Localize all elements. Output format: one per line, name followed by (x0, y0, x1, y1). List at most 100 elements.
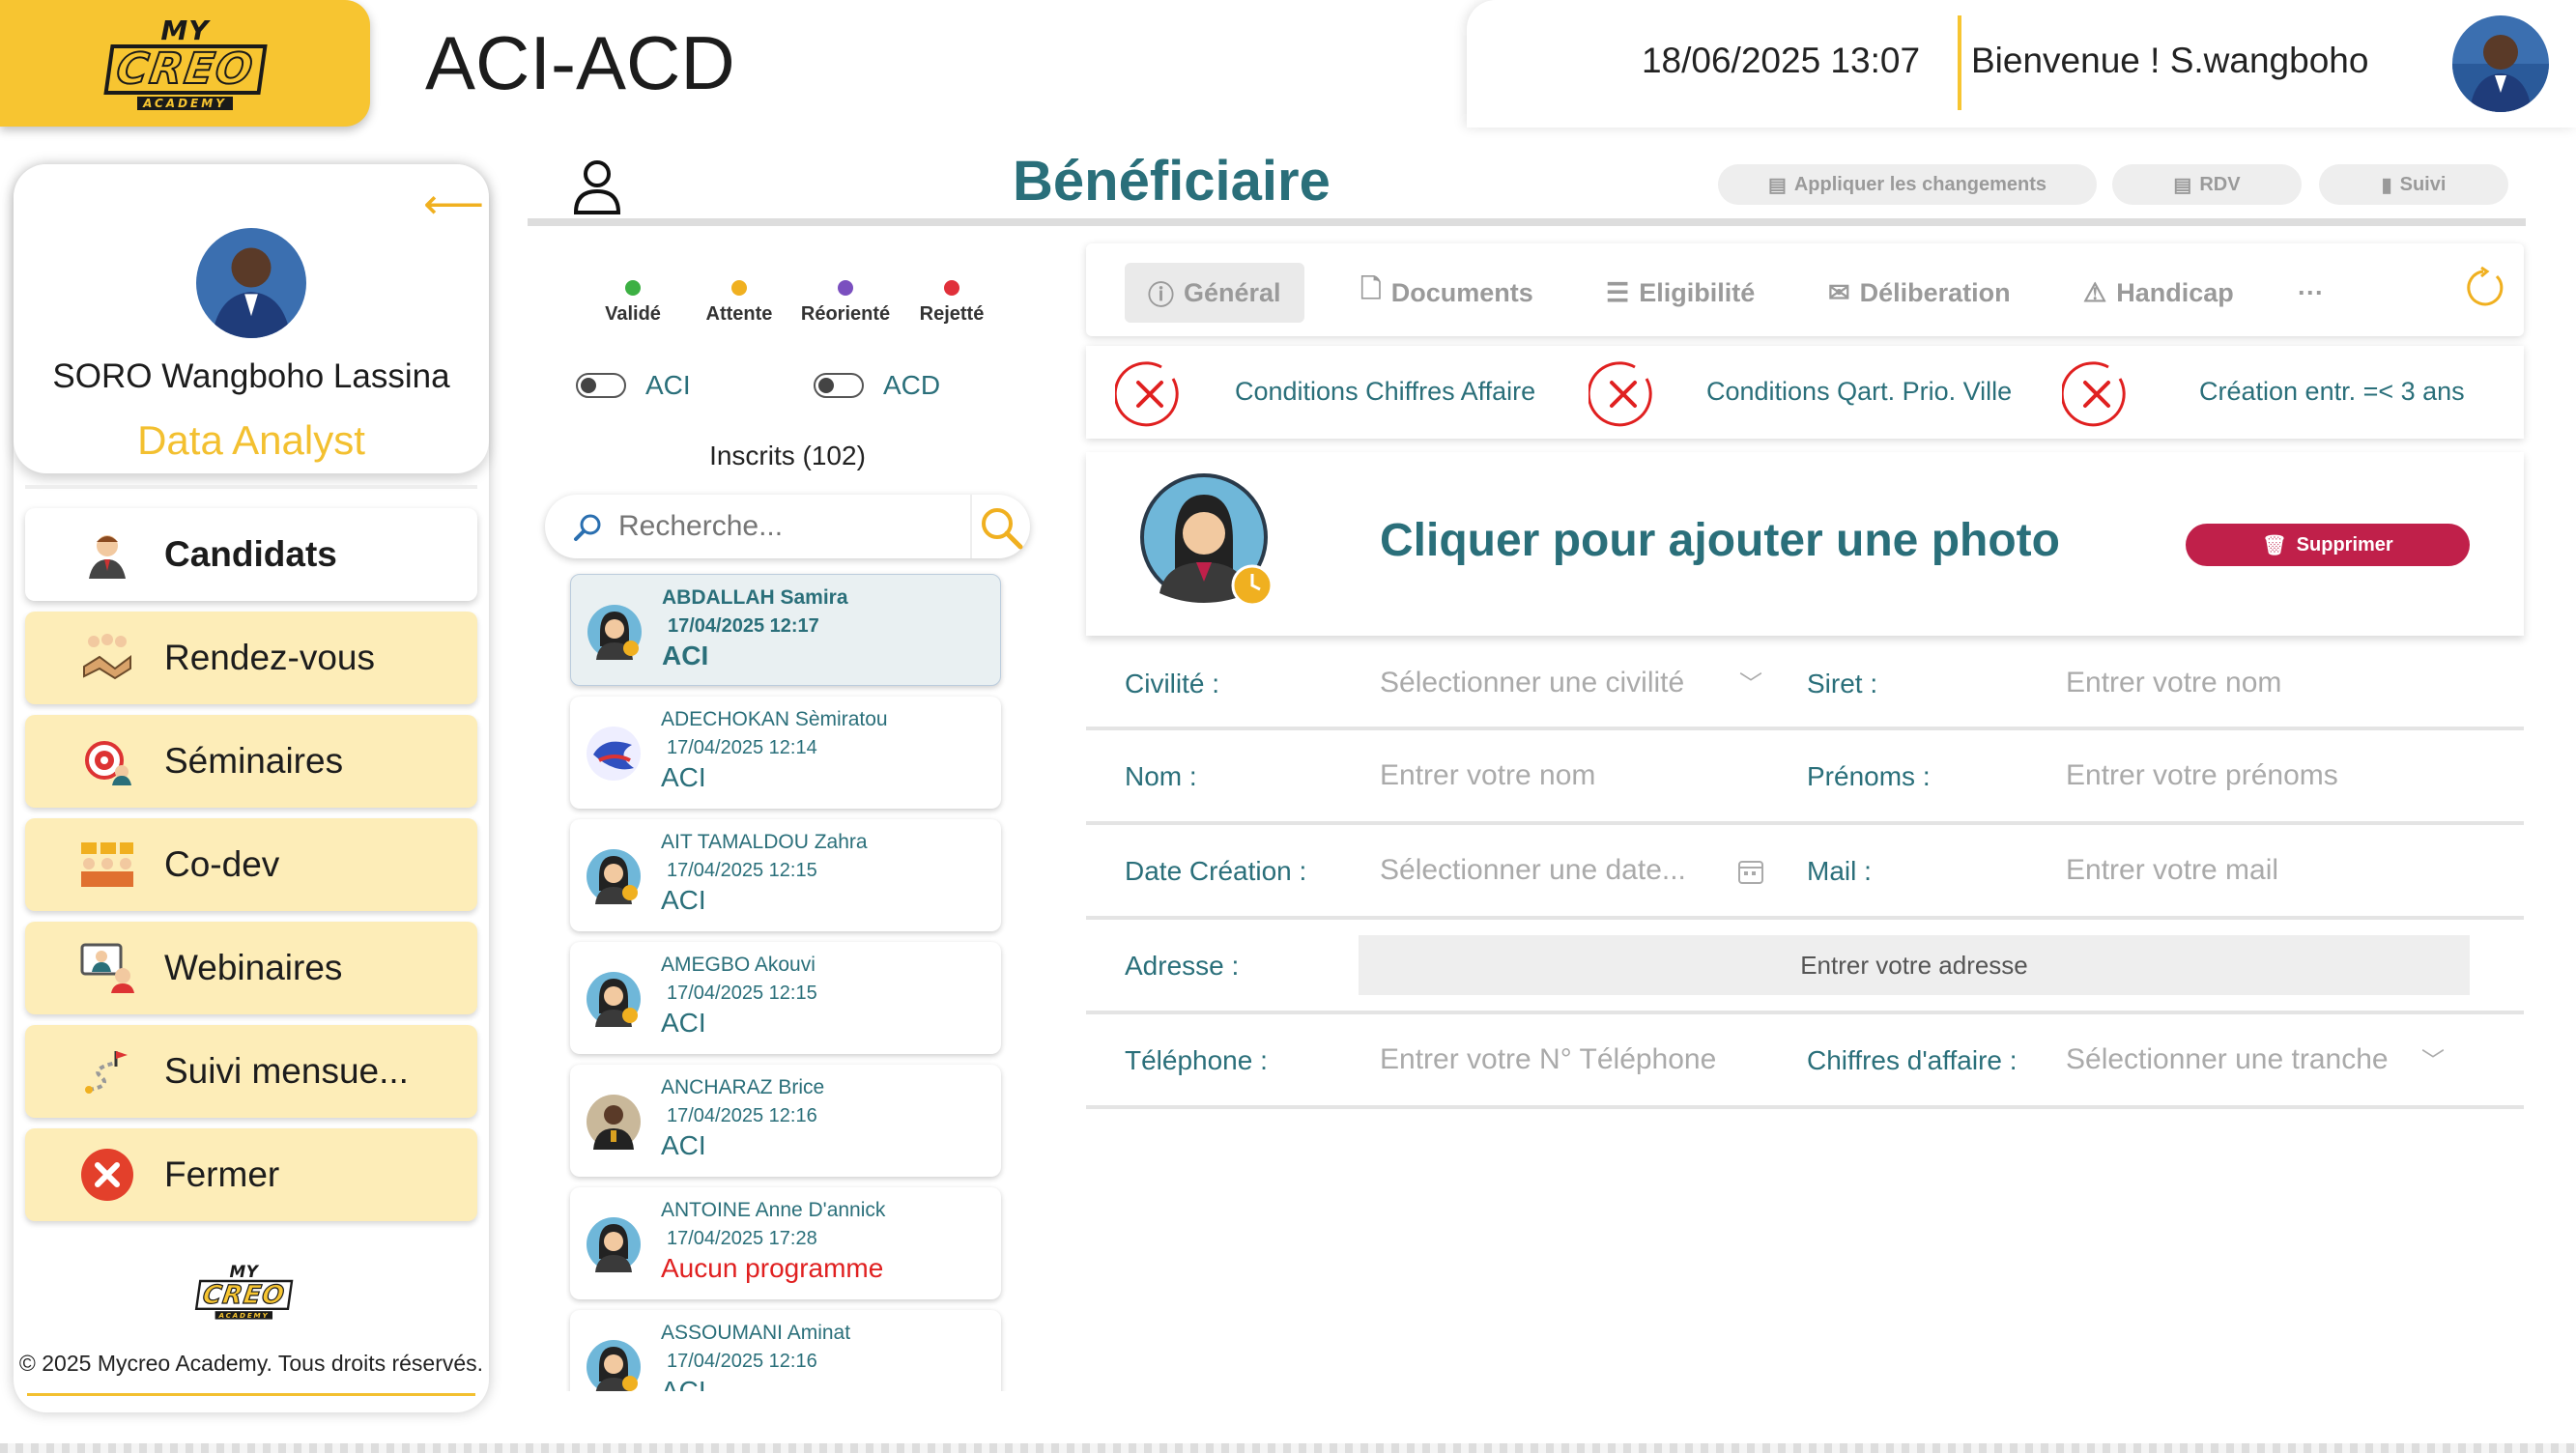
legend-rejette: Rejetté (899, 280, 1005, 326)
webinar-icon (73, 939, 141, 997)
target-icon (73, 732, 141, 790)
form-row-date: Date Création : Sélectionner une date...… (1086, 827, 2524, 920)
user-outline-icon[interactable] (568, 157, 626, 214)
tab-label: Documents (1390, 277, 1533, 307)
brand-logo[interactable]: MY CREO ACADEMY (0, 0, 370, 127)
telephone-label: Téléphone : (1125, 1045, 1268, 1075)
female-avatar-icon (587, 849, 641, 904)
tab-general[interactable]: ⓘ Général (1125, 263, 1304, 323)
chevron-down-icon[interactable]: ﹀ (1739, 665, 1762, 698)
sidebar-item-candidats[interactable]: Candidats (25, 508, 477, 601)
logo-academy: ACADEMY (137, 96, 233, 110)
candidate-card[interactable]: ASSOUMANI Aminat 17/04/2025 12:16 ACI (570, 1310, 1001, 1391)
nom-label: Nom : (1125, 761, 1197, 791)
candidate-card[interactable]: ABDALLAH Samira 17/04/2025 12:17 ACI (570, 574, 1001, 686)
candidate-program: ACI (661, 1008, 706, 1038)
candidate-date: 17/04/2025 12:16 (667, 1105, 817, 1126)
sidebar-item-co-dev[interactable]: Co-dev (25, 818, 477, 911)
sidebar-item-suivi-mensuel[interactable]: Suivi mensue... (25, 1025, 477, 1118)
tab-label: Général (1184, 277, 1281, 307)
chiffres-label: Chiffres d'affaire : (1807, 1045, 2018, 1075)
avatar-photo-icon (2452, 15, 2549, 112)
mail-icon: ✉ (1828, 277, 1850, 307)
calendar-icon[interactable] (1737, 858, 1764, 885)
date-creation-label: Date Création : (1125, 856, 1307, 886)
candidate-card[interactable]: ANTOINE Anne D'annick 17/04/2025 17:28 A… (570, 1187, 1001, 1299)
profile-name: SORO Wangboho Lassina (52, 357, 450, 395)
photo-avatar-icon (587, 726, 641, 781)
tab-more[interactable]: ··· (2298, 263, 2324, 323)
profile-avatar (196, 228, 306, 338)
path-flag-icon (73, 1042, 141, 1100)
sidebar-item-seminaires[interactable]: Séminaires (25, 715, 477, 808)
candidate-name: AIT TAMALDOU Zahra (661, 831, 868, 853)
search-input[interactable] (618, 508, 937, 545)
green-dot-icon (625, 280, 641, 296)
prenoms-input[interactable]: Entrer votre prénoms (2066, 759, 2338, 792)
calendar-icon: ▤ (2173, 174, 2192, 196)
sidebar-item-label: Séminaires (164, 741, 344, 781)
sidebar-item-webinaires[interactable]: Webinaires (25, 922, 477, 1014)
chiffres-select[interactable]: Sélectionner une tranche (2066, 1043, 2389, 1076)
legend-valide: Validé (580, 280, 686, 326)
tab-deliberation[interactable]: ✉ Déliberation (1828, 263, 2011, 323)
candidates-list[interactable]: ABDALLAH Samira 17/04/2025 12:17 ACI ADE… (566, 570, 1011, 1391)
tab-handicap[interactable]: ⚠ Handicap (2083, 263, 2234, 323)
rdv-button[interactable]: ▤ RDV (2112, 164, 2302, 205)
sidebar-item-rendez-vous[interactable]: Rendez-vous (25, 612, 477, 704)
aci-toggle[interactable] (576, 373, 626, 398)
female-avatar-icon (587, 1340, 641, 1391)
siret-input[interactable]: Entrer votre nom (2066, 667, 2281, 699)
tab-label: Eligibilité (1639, 277, 1756, 307)
search-box (545, 495, 1030, 558)
nom-input[interactable]: Entrer votre nom (1380, 759, 1595, 792)
candidate-card[interactable]: ANCHARAZ Brice 17/04/2025 12:16 ACI (570, 1065, 1001, 1177)
candidate-date: 17/04/2025 12:14 (667, 737, 817, 758)
sidebar-item-label: Suivi mensue... (164, 1051, 409, 1091)
tab-documents[interactable]: 🗋 Documents (1360, 263, 1533, 323)
candidate-name: ANCHARAZ Brice (661, 1076, 825, 1098)
legend-reoriente: Réorienté (792, 280, 899, 326)
legend-attente: Attente (686, 280, 792, 326)
female-avatar-icon[interactable] (1140, 473, 1275, 609)
list-icon: ☰ (1606, 277, 1630, 307)
prenoms-label: Prénoms : (1807, 761, 1931, 791)
rdv-label: RDV (2199, 173, 2241, 195)
refresh-icon[interactable] (2462, 267, 2504, 309)
date-creation-input[interactable]: Sélectionner une date... (1380, 854, 1686, 887)
sidebar-item-fermer[interactable]: Fermer (25, 1128, 477, 1221)
candidate-card[interactable]: AIT TAMALDOU Zahra 17/04/2025 12:15 ACI (570, 819, 1001, 931)
sidebar-logo: MY CREO ACADEMY (194, 1264, 354, 1356)
page-header: Bénéficiaire ▤ Appliquer les changements … (528, 143, 2526, 226)
tab-eligibilite[interactable]: ☰ Eligibilité (1606, 263, 1755, 323)
delete-button[interactable]: 🗑 Supprimer (2186, 524, 2470, 566)
warning-icon: ⚠ (2083, 277, 2107, 307)
chevron-down-icon[interactable]: ﹀ (2421, 1041, 2445, 1075)
document-icon: 🗋 (1360, 274, 1382, 303)
user-avatar[interactable] (2452, 15, 2549, 112)
current-datetime: 18/06/2025 13:07 (1641, 41, 1921, 80)
mail-input[interactable]: Entrer votre mail (2066, 854, 2278, 887)
form-row-nom: Nom : Entrer votre nom Prénoms : Entrer … (1086, 732, 2524, 825)
telephone-input[interactable]: Entrer votre N° Téléphone (1380, 1043, 1716, 1076)
sidebar: ⟵ SORO Wangboho Lassina Data Analyst Can… (14, 164, 489, 1412)
add-photo-link[interactable]: Cliquer pour ajouter une photo (1380, 514, 2060, 567)
suivi-button[interactable]: ▮ Suivi (2319, 164, 2508, 205)
candidate-card[interactable]: ADECHOKAN Sèmiratou 17/04/2025 12:14 ACI (570, 697, 1001, 809)
x-circle-icon (1115, 361, 1179, 427)
civilite-select[interactable]: Sélectionner une civilité (1380, 667, 1684, 699)
apply-changes-button[interactable]: ▤ Appliquer les changements (1718, 164, 2097, 205)
mail-label: Mail : (1807, 856, 1872, 886)
candidate-card[interactable]: AMEGBO Akouvi 17/04/2025 12:15 ACI (570, 942, 1001, 1054)
document-icon: ▮ (2381, 174, 2392, 196)
profile-card: ⟵ SORO Wangboho Lassina Data Analyst (14, 164, 489, 473)
collapse-arrow-icon[interactable]: ⟵ (423, 180, 484, 229)
search-small-icon (574, 514, 601, 541)
acd-toggle[interactable] (814, 373, 864, 398)
candidate-name: AMEGBO Akouvi (661, 954, 816, 976)
form-row-telephone: Téléphone : Entrer votre N° Téléphone Ch… (1086, 1016, 2524, 1109)
adresse-input[interactable]: Entrer votre adresse (1359, 935, 2470, 995)
search-icon[interactable] (978, 504, 1024, 551)
copyright-text: © 2025 Mycreo Academy. Tous droits réser… (18, 1351, 484, 1376)
sidebar-item-label: Co-dev (164, 844, 280, 884)
